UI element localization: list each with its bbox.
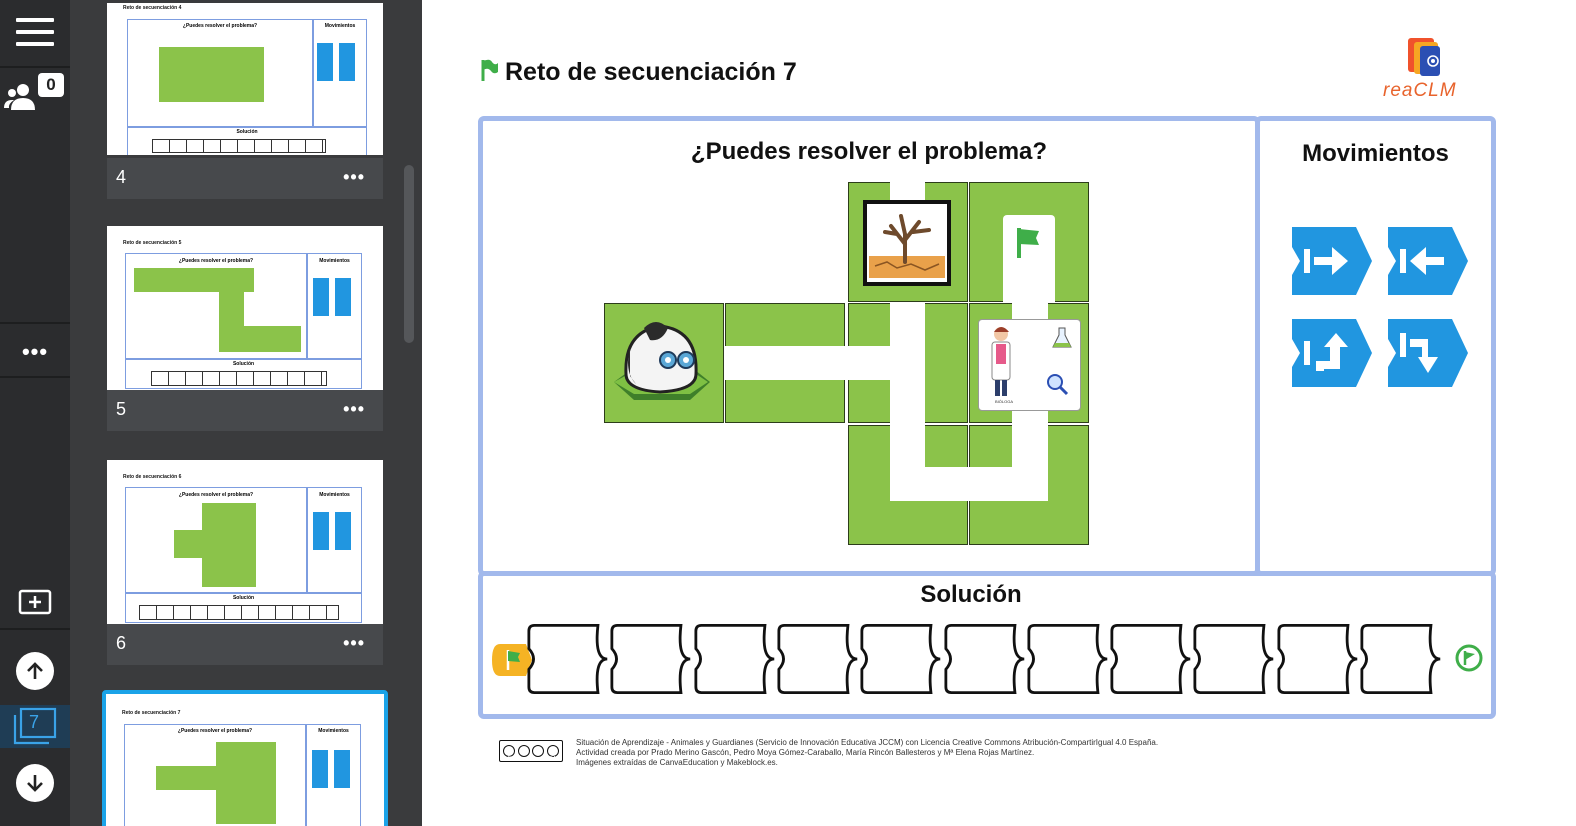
thumbnail-title: Reto de secuenciación 6 [123,474,182,480]
ellipsis-icon: ••• [21,339,49,364]
reaclm-logo: reaCLM [1382,36,1470,102]
thumbnail-solution: Solución [232,361,255,367]
end-block-icon [1455,644,1483,672]
camera-icon [1427,55,1439,67]
add-page-icon [18,589,52,615]
thumbnail-question: ¿Puedes resolver el problema? [178,492,254,498]
thumbnail-page-4[interactable]: Reto de secuenciación 4 ¿Puedes resolver… [107,3,383,199]
solution-slot[interactable] [943,622,1028,696]
menu-icon[interactable] [0,12,70,52]
thumbnail-image: Reto de secuenciación 4 ¿Puedes resolver… [107,3,383,155]
thumbnail-title: Reto de secuenciación 5 [123,240,182,246]
solution-slot[interactable] [1110,622,1194,696]
current-page-number: 7 [29,712,40,732]
problem-heading: ¿Puedes resolver el problema? [690,138,1048,165]
robot-icon [614,322,710,400]
thumbnail-moves: Movimientos [319,492,350,498]
page-down-button[interactable] [0,763,70,803]
thumbnail-number: 5 [116,399,127,419]
rail-divider [0,628,70,630]
scientist-card: BIÓLOGA [978,319,1081,411]
thumbnail-image: Reto de secuenciación 6 ¿Puedes resolver… [107,460,383,624]
current-page-indicator: 7 [0,705,70,748]
magnifier-icon [1047,374,1069,396]
solution-slot[interactable] [1360,622,1444,696]
thumbnail-number: 4 [116,167,127,187]
thumbnail-solution: Solución [236,129,258,135]
thumbnail-image: Reto de secuenciación 5 ¿Puedes resolver… [107,226,383,390]
footer-line: Actividad creada por Prado Merino Gascón… [576,748,1035,757]
thumbnail-title: Reto de secuenciación 7 [122,710,181,716]
thumbnail-image: Reto de secuenciación 7 ¿Puedes resolver… [106,694,384,826]
footer-line: Situación de Aprendizaje - Animales y Gu… [576,738,1159,747]
thumbnails-scrollbar[interactable] [404,165,414,343]
solution-slot[interactable] [860,622,944,696]
dry-tree-card [863,200,951,286]
thumbnail-question: ¿Puedes resolver el problema? [178,258,254,264]
flask-icon [1052,327,1072,348]
cc-label: NC [528,756,536,762]
thumbnail-page-5[interactable]: Reto de secuenciación 5 ¿Puedes resolver… [107,226,383,431]
move-forward-card[interactable] [1288,223,1374,299]
left-rail: 0 ••• 7 [0,0,70,826]
thumbnail-more-icon[interactable]: ••• [343,167,365,188]
arrow-up-icon [27,662,43,679]
thumbnail-moves: Movimientos [319,258,350,264]
logo-text: reaCLM [1383,80,1457,101]
arrow-down-icon [27,775,43,792]
thumbnail-title: Reto de secuenciación 4 [123,5,182,11]
rail-divider [0,66,70,68]
thumbnail-moves: Movimientos [324,23,356,29]
rail-divider [0,376,70,378]
participants-count-badge: 0 [38,73,64,97]
solution-slot[interactable] [1027,622,1111,696]
thumbnail-more-icon[interactable]: ••• [343,399,365,420]
thumbnail-more-icon[interactable]: ••• [343,633,365,654]
solution-slot[interactable] [1277,622,1361,696]
rail-divider [0,322,70,324]
thumbnail-bar: 5 ••• [107,390,383,431]
solution-heading: Solución [920,581,1022,608]
cc-label: BY [507,756,515,762]
solution-slot[interactable] [1193,622,1277,696]
more-options-button[interactable]: ••• [0,339,70,364]
move-backward-card[interactable] [1384,223,1470,299]
footer-line: Imágenes extraídas de CanvaEducation y M… [576,758,778,767]
thumbnail-page-7[interactable]: Reto de secuenciación 7 ¿Puedes resolver… [102,690,388,826]
title-flag-icon [481,59,498,81]
thumbnail-moves: Movimientos [318,728,349,734]
turn-left-card[interactable] [1288,315,1374,391]
solution-slot[interactable] [694,622,778,696]
moves-heading: Movimientos [1302,140,1449,167]
slide-title: Reto de secuenciación 7 [505,58,797,86]
scientist-icon [991,327,1011,396]
solution-slot[interactable] [777,622,861,696]
turn-right-card[interactable] [1384,315,1470,391]
solution-slot[interactable] [527,622,611,696]
license-footer: Situación de Aprendizaje - Animales y Gu… [576,738,1216,768]
thumbnail-number: 6 [116,633,127,653]
thumbnail-bar: 4 ••• [107,158,383,199]
goal-flag-icon [1017,228,1039,258]
thumbnail-solution: Solución [232,595,255,601]
thumbnail-page-6[interactable]: Reto de secuenciación 6 ¿Puedes resolver… [107,460,383,665]
dry-tree-icon [869,214,945,278]
solution-slot[interactable] [610,622,694,696]
add-page-button[interactable] [0,588,70,616]
cc-labels: BY NC SA [501,756,563,762]
page-up-button[interactable] [0,651,70,691]
scientist-caption: BIÓLOGA [994,399,1013,404]
thumbnail-bar: 6 ••• [107,624,383,665]
thumbnail-question: ¿Puedes resolver el problema? [182,23,258,29]
thumbnail-question: ¿Puedes resolver el problema? [177,728,253,734]
cc-label: SA [549,756,557,762]
participants-icon [4,84,35,110]
